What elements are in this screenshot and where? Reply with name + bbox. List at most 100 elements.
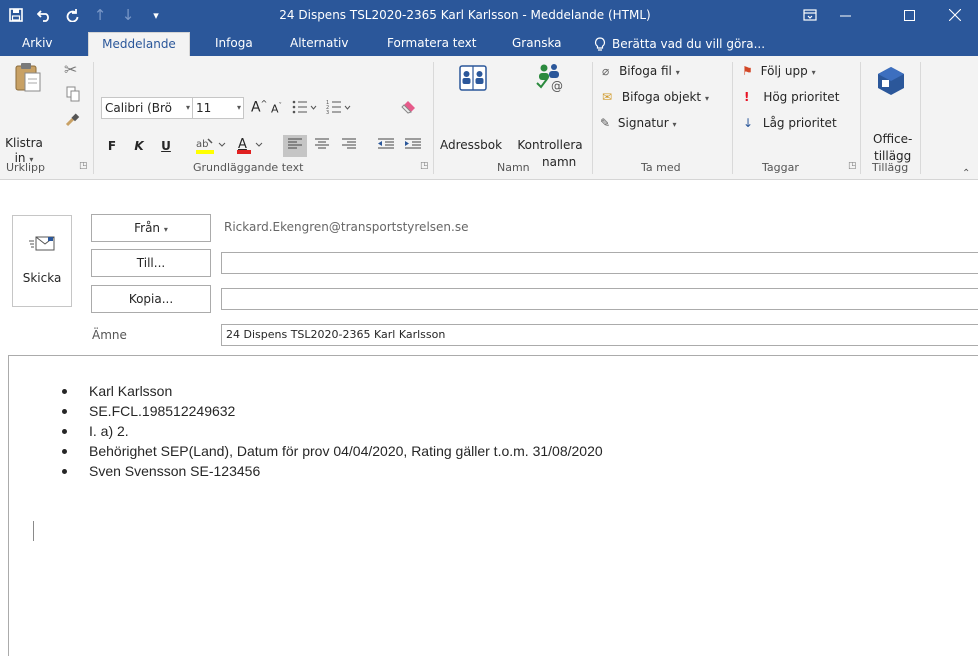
tab-meddelande[interactable]: Meddelande [88,32,190,56]
tab-alternativ[interactable]: Alternativ [278,32,360,56]
signature-icon: ✎ [600,116,611,130]
font-launcher-icon[interactable]: ◳ [420,161,429,171]
shrink-font-button[interactable]: Aˇ [271,102,282,116]
list-item: Karl Karlsson [59,381,603,401]
paste-button[interactable] [8,60,48,124]
attach-item-button[interactable]: ✉ Bifoga objekt ▾ [602,90,709,104]
list-item: Sven Svensson SE-123456 [59,461,603,481]
format-painter-icon[interactable] [64,112,80,131]
attach-file-button[interactable]: ⌀ Bifoga fil ▾ [602,64,680,78]
font-size-dropdown[interactable]: 11 ▾ [192,97,244,119]
clipboard-launcher-icon[interactable]: ◳ [79,161,88,171]
ribbon: Klistra in ▾ ✂ Urklipp ◳ Calibri (Brö ▾ 1… [0,56,978,180]
underline-button[interactable]: U [155,135,177,157]
clipboard-icon [15,63,41,92]
italic-button[interactable]: K [128,135,150,157]
bold-button[interactable]: F [101,135,123,157]
minimize-icon[interactable] [822,0,868,30]
low-priority-button[interactable]: ↓ Låg prioritet [743,116,837,130]
svg-text:3: 3 [326,110,329,115]
quick-access-toolbar: ↑ ↓ ▾ [2,0,170,30]
group-label-names: Namn [497,161,530,174]
subject-field[interactable]: 24 Dispens TSL2020-2365 Karl Karlsson [221,324,978,346]
align-right-button[interactable] [337,135,361,157]
signature-button[interactable]: ✎ Signatur ▾ [600,116,677,130]
svg-text:A: A [238,137,247,152]
tags-launcher-icon[interactable]: ◳ [848,161,857,171]
send-envelope-icon [29,236,55,251]
down-arrow-priority-icon: ↓ [743,116,754,130]
svg-text:@: @ [551,79,563,92]
grow-font-button[interactable]: A^ [251,99,267,116]
check-names-button[interactable]: @ Kontrollera namn [512,60,588,169]
flag-icon: ⚑ [742,64,753,78]
address-book-button[interactable]: Adressbok [438,60,508,156]
group-separator [433,62,434,174]
send-label: Skicka [22,271,62,285]
up-arrow-icon[interactable]: ↑ [86,0,114,30]
tab-infoga[interactable]: Infoga [203,32,265,56]
svg-text:ab: ab [196,139,208,150]
cc-field[interactable] [221,288,978,310]
cc-button[interactable]: Kopia... [91,285,211,313]
tell-me-search[interactable]: Berätta vad du vill göra... [594,32,765,56]
group-separator [920,62,921,174]
group-separator [732,62,733,174]
highlight-color-button[interactable]: ab [193,135,231,157]
align-left-button[interactable] [283,135,307,157]
numbering-button[interactable]: 123 [326,99,352,118]
text-cursor [33,521,34,541]
to-button[interactable]: Till... [91,249,211,277]
redo-icon[interactable] [58,0,86,30]
group-label-clipboard: Urklipp [6,161,46,174]
from-value: Rickard.Ekengren@transportstyrelsen.se [224,220,469,234]
copy-icon[interactable] [66,86,80,105]
font-color-button[interactable]: A [234,135,268,157]
group-separator [860,62,861,174]
align-center-button[interactable] [310,135,334,157]
list-item: SE.FCL.198512249632 [59,401,603,421]
decrease-indent-button[interactable] [374,135,398,157]
font-name-dropdown[interactable]: Calibri (Brö ▾ [101,97,193,119]
bullets-button[interactable] [292,99,318,118]
group-label-tags: Taggar [762,161,799,174]
office-addins-button[interactable]: Office- tillägg [864,60,918,163]
exclamation-icon: ! [744,90,750,104]
window-title: 24 Dispens TSL2020-2365 Karl Karlsson - … [279,8,651,22]
office-addins-icon [878,67,904,95]
list-item: I. a) 2. [59,421,603,441]
title-bar: ↑ ↓ ▾ 24 Dispens TSL2020-2365 Karl Karls… [0,0,978,56]
paperclip-icon: ⌀ [602,64,610,78]
cut-icon[interactable]: ✂ [64,60,77,79]
tab-granska[interactable]: Granska [500,32,574,56]
tell-me-label: Berätta vad du vill göra... [612,37,766,51]
tab-formatera-text[interactable]: Formatera text [375,32,488,56]
subject-label: Ämne [92,328,127,342]
to-field[interactable] [221,252,978,274]
lightbulb-icon [594,37,606,51]
group-label-include: Ta med [641,161,681,174]
list-item: Behörighet SEP(Land), Datum för prov 04/… [59,441,603,461]
bullet-list: Karl Karlsson SE.FCL.198512249632 I. a) … [59,381,603,481]
increase-indent-button[interactable] [401,135,425,157]
close-icon[interactable] [932,0,978,30]
high-priority-button[interactable]: ! Hög prioritet [744,90,839,104]
send-button[interactable]: Skicka [12,215,72,307]
group-separator [93,62,94,174]
follow-up-button[interactable]: ⚑ Följ upp ▾ [742,64,816,78]
undo-icon[interactable] [30,0,58,30]
save-icon[interactable] [2,0,30,30]
clear-formatting-icon[interactable] [400,99,418,118]
from-button[interactable]: Från ▾ [91,214,211,242]
address-book-icon [459,65,487,91]
maximize-icon[interactable] [886,0,932,30]
down-arrow-icon[interactable]: ↓ [114,0,142,30]
group-separator [592,62,593,174]
tab-arkiv[interactable]: Arkiv [10,32,65,56]
collapse-ribbon-icon[interactable]: ⌃ [962,168,970,179]
message-body[interactable]: Karl Karlsson SE.FCL.198512249632 I. a) … [8,355,978,656]
check-names-icon: @ [536,64,563,92]
customize-icon[interactable]: ▾ [142,0,170,30]
group-label-basic-text: Grundläggande text [193,161,304,174]
attach-item-icon: ✉ [602,90,613,104]
